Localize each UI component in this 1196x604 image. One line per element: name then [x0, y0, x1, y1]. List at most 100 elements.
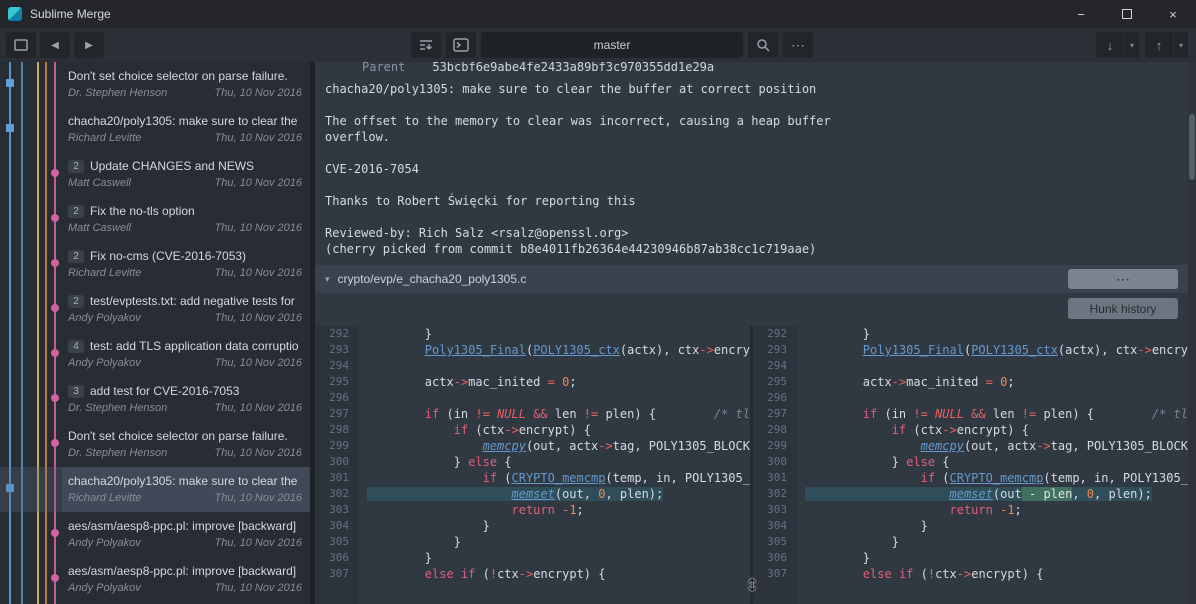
minimize-button[interactable]: − [1058, 0, 1104, 28]
commit-dot[interactable] [51, 529, 59, 537]
line-number: 299 [753, 438, 797, 454]
diff-line[interactable]: 307 else if (!ctx->encrypt) { [753, 566, 1188, 582]
main-scrollbar[interactable] [1188, 62, 1196, 604]
maximize-button[interactable] [1104, 0, 1150, 28]
diff-line[interactable]: 294 [753, 358, 1188, 374]
commit-list-item[interactable]: 2 test/evptests.txt: add negative tests … [62, 287, 310, 332]
push-button[interactable]: ↑ ▾ [1145, 32, 1188, 58]
commit-dot[interactable] [51, 574, 59, 582]
terminal-button[interactable] [446, 32, 476, 58]
diff-line[interactable]: 304 } [315, 518, 750, 534]
forward-button[interactable]: ▶ [74, 32, 104, 58]
toolbar-center-group: master ⋯ [411, 32, 813, 58]
diff-line[interactable]: 293 Poly1305_Final(POLY1305_ctx(actx), c… [753, 342, 1188, 358]
commit-list: Don't set choice selector on parse failu… [62, 62, 310, 604]
diff-line[interactable]: 302 memset(out - plen, 0, plen); [753, 486, 1188, 502]
commit-list-item[interactable]: 2 Update CHANGES and NEWS Matt Caswell T… [62, 152, 310, 197]
commit-dot[interactable] [51, 214, 59, 222]
diff-line[interactable]: 303 return -1; [753, 502, 1188, 518]
commit-list-item[interactable]: chacha20/poly1305: make sure to clear th… [62, 467, 310, 512]
diff-line[interactable]: 295 actx->mac_inited = 0; [753, 374, 1188, 390]
commit-message: chacha20/poly1305: make sure to clear th… [315, 73, 1188, 265]
diff-line[interactable]: 296 [315, 390, 750, 406]
code-text: memset(out - plen, 0, plen); [797, 486, 1188, 502]
search-button[interactable] [748, 32, 778, 58]
commit-title-row: 2 Fix no-cms (CVE-2016-7053) [68, 248, 302, 264]
commit-title: add test for CVE-2016-7053 [90, 384, 302, 398]
diff-line[interactable]: 292 } [315, 326, 750, 342]
code-text [797, 390, 1188, 406]
commit-list-button[interactable] [411, 32, 441, 58]
code-text: Poly1305_Final(POLY1305_ctx(actx), ctx->… [359, 342, 750, 358]
diff-line[interactable]: 306 } [315, 550, 750, 566]
diff-line[interactable]: 301 if (CRYPTO_memcmp(temp, in, POLY1305… [753, 470, 1188, 486]
branch-selector[interactable]: master [481, 32, 743, 58]
diff-line[interactable]: 301 if (CRYPTO_memcmp(temp, in, POLY1305… [315, 470, 750, 486]
line-number: 293 [753, 342, 797, 358]
window-controls: − × [1058, 0, 1196, 28]
commit-list-item[interactable]: 2 Fix no-cms (CVE-2016-7053) Richard Lev… [62, 242, 310, 287]
commit-dot[interactable] [6, 79, 14, 87]
diff-line[interactable]: 297 if (in != NULL && len != plen) { /* … [315, 406, 750, 422]
commit-list-item[interactable]: aes/asm/aesp8-ppc.pl: improve [backward]… [62, 557, 310, 602]
file-header-bar[interactable]: ▾ crypto/evp/e_chacha20_poly1305.c ⋯ [315, 265, 1188, 293]
diff-line[interactable]: 300 } else { [753, 454, 1188, 470]
push-caret-icon[interactable]: ▾ [1173, 32, 1188, 58]
commit-meta-row: Andy Polyakov Thu, 10 Nov 2016 [68, 582, 302, 594]
diff-line[interactable]: 298 if (ctx->encrypt) { [753, 422, 1188, 438]
diff-line[interactable]: 295 actx->mac_inited = 0; [315, 374, 750, 390]
back-button[interactable]: ◀ [40, 32, 70, 58]
diff-line[interactable]: 305 } [753, 534, 1188, 550]
file-more-button[interactable]: ⋯ [1068, 269, 1178, 289]
commit-list-item[interactable]: chacha20/poly1305: make sure to clear th… [62, 107, 310, 152]
commit-list-item[interactable]: 2 Fix the no-tls option Matt Caswell Thu… [62, 197, 310, 242]
line-number: 305 [315, 534, 359, 550]
diff-line[interactable]: 292 } [753, 326, 1188, 342]
commit-list-item[interactable]: 4 test: add TLS application data corrupt… [62, 332, 310, 377]
parent-hash[interactable]: 53bcbf6e9abe4fe2433a89bf3c970355dd1e29a [432, 62, 714, 73]
toolbar-more-button[interactable]: ⋯ [783, 32, 813, 58]
diff-line[interactable]: 294 [315, 358, 750, 374]
commit-dot[interactable] [51, 439, 59, 447]
collapse-file-icon[interactable]: ▾ [325, 274, 330, 285]
app-logo-icon [8, 7, 22, 21]
hunk-toolbar: Hunk history [315, 293, 1188, 323]
toggle-sidebar-button[interactable] [6, 32, 36, 58]
diff-line[interactable]: 303 return -1; [315, 502, 750, 518]
diff-line[interactable]: 302 memset(out, 0, plen); [315, 486, 750, 502]
line-number: 304 [753, 518, 797, 534]
diff-line[interactable]: 304 } [753, 518, 1188, 534]
commit-dot[interactable] [51, 304, 59, 312]
commit-list-item[interactable]: 3 add test for CVE-2016-7053 Dr. Stephen… [62, 377, 310, 422]
diff-line[interactable]: 305 } [315, 534, 750, 550]
diff-line[interactable]: 306 } [753, 550, 1188, 566]
code-text: if (ctx->encrypt) { [359, 422, 750, 438]
diff-line[interactable]: 299 memcpy(out, actx->tag, POLY1305_BLOC… [315, 438, 750, 454]
main-scrollbar-thumb[interactable] [1189, 114, 1195, 180]
commit-dot[interactable] [51, 394, 59, 402]
pull-caret-icon[interactable]: ▾ [1124, 32, 1139, 58]
diff-line[interactable]: 296 [753, 390, 1188, 406]
line-number: 293 [315, 342, 359, 358]
commit-dot[interactable] [6, 124, 14, 132]
commit-list-item[interactable]: Don't set choice selector on parse failu… [62, 422, 310, 467]
diff-line[interactable]: 299 memcpy(out, actx->tag, POLY1305_BLOC… [753, 438, 1188, 454]
commit-date: Thu, 10 Nov 2016 [207, 267, 302, 279]
commit-list-item[interactable]: aes/asm/aesp8-ppc.pl: improve [backward]… [62, 512, 310, 557]
diff-line[interactable]: 293 Poly1305_Final(POLY1305_ctx(actx), c… [315, 342, 750, 358]
commit-dot[interactable] [51, 169, 59, 177]
diff-line[interactable]: 298 if (ctx->encrypt) { [315, 422, 750, 438]
commit-title-row: 4 test: add TLS application data corrupt… [68, 338, 302, 354]
diff-line[interactable]: 297 if (in != NULL && len != plen) { /* … [753, 406, 1188, 422]
line-number: 301 [315, 470, 359, 486]
commit-dot[interactable] [51, 349, 59, 357]
diff-line[interactable]: 307 else if (!ctx->encrypt) { [315, 566, 750, 582]
commit-list-item[interactable]: Don't set choice selector on parse failu… [62, 62, 310, 107]
line-number: 294 [315, 358, 359, 374]
diff-line[interactable]: 300 } else { [315, 454, 750, 470]
hunk-history-button[interactable]: Hunk history [1068, 298, 1178, 319]
pull-button[interactable]: ↓ ▾ [1096, 32, 1139, 58]
close-button[interactable]: × [1150, 0, 1196, 28]
commit-dot[interactable] [51, 259, 59, 267]
terminal-icon [453, 38, 469, 52]
